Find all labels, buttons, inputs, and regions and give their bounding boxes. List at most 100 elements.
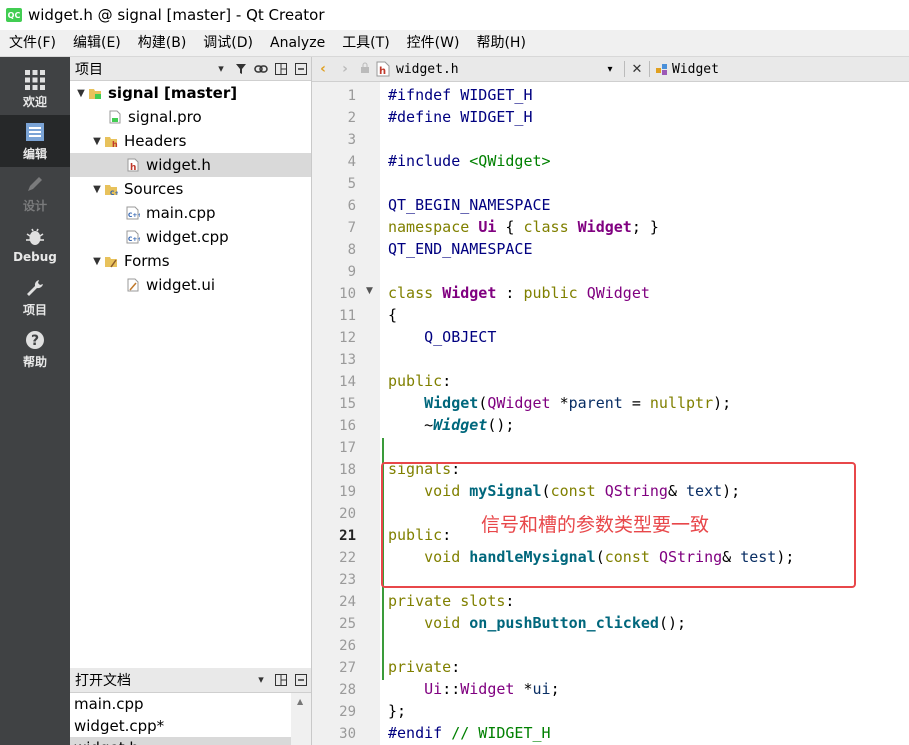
link-icon[interactable] [251, 59, 271, 79]
menu-build[interactable]: 构建(B) [129, 30, 195, 56]
close-pane-icon[interactable] [291, 59, 311, 79]
line-number: 13 [339, 352, 356, 368]
code-editor[interactable]: 1 2 3 4 5 6 7 8 9 10 ▼ 11 12 13 14 15 16… [312, 82, 909, 745]
tree-item-label: main.cpp [146, 204, 216, 222]
mode-debug-label: Debug [13, 250, 57, 264]
mode-edit-label: 编辑 [22, 146, 47, 161]
mode-selector: 欢迎 编辑 设计 Debug 项目 ? 帮助 [0, 57, 70, 745]
menu-tools[interactable]: 工具(T) [333, 30, 397, 56]
mode-design[interactable]: 设计 [0, 167, 70, 219]
code-token: public [388, 372, 443, 390]
line-number: 2 [347, 110, 356, 126]
expanded-arrow-icon[interactable]: ▼ [90, 136, 104, 147]
line-number: 20 [339, 506, 356, 522]
tree-item-file[interactable]: C++ widget.cpp [70, 225, 311, 249]
menu-controls[interactable]: 控件(W) [398, 30, 468, 56]
code-token: ); [713, 394, 732, 412]
code-line: ~Widget(); [388, 416, 514, 434]
svg-text:h: h [130, 163, 136, 172]
chevron-down-icon[interactable]: ▾ [600, 64, 620, 75]
code-token: #include [388, 152, 470, 170]
line-number: 14 [339, 374, 356, 390]
header-file-icon: h [126, 158, 140, 173]
tree-item-label: signal [master] [108, 84, 238, 102]
expanded-arrow-icon[interactable]: ▼ [74, 88, 88, 99]
svg-text:C+: C+ [110, 190, 118, 196]
menu-analyze[interactable]: Analyze [261, 30, 333, 56]
toolbar-divider [649, 61, 650, 77]
code-token: public [523, 284, 587, 302]
pro-file-icon [108, 110, 122, 125]
code-token: #ifndef [388, 86, 461, 104]
tree-item-label: Sources [124, 180, 184, 198]
open-document-item[interactable]: main.cpp [70, 693, 311, 715]
mode-welcome[interactable]: 欢迎 [0, 63, 70, 115]
lock-icon [356, 62, 374, 77]
back-arrow-icon[interactable]: ‹ [312, 61, 334, 77]
tree-item-folder[interactable]: ▼ Forms [70, 249, 311, 273]
code-token: { [388, 306, 398, 324]
mode-help[interactable]: ? 帮助 [0, 323, 70, 375]
tree-item-folder[interactable]: ▼ h Headers [70, 129, 311, 153]
chevron-down-icon[interactable]: ▾ [211, 59, 231, 79]
code-token: private [388, 658, 452, 676]
code-token: #endif [388, 724, 452, 742]
fold-arrow-icon[interactable]: ▼ [366, 286, 373, 296]
menu-edit[interactable]: 编辑(E) [64, 30, 129, 56]
mode-projects[interactable]: 项目 [0, 271, 70, 323]
open-documents-scrollbar[interactable]: ▲ [291, 693, 311, 745]
menu-debug[interactable]: 调试(D) [194, 30, 261, 56]
current-file-dropdown[interactable]: widget.h [396, 62, 600, 77]
forms-folder-icon [104, 254, 118, 269]
code-token: = [622, 394, 650, 412]
split-icon[interactable] [271, 59, 291, 79]
grid-icon [24, 69, 46, 91]
code-token: QWidget [586, 284, 650, 302]
code-line: public: [388, 372, 451, 390]
code-token: // WIDGET_H [451, 724, 551, 742]
tree-item-label: Headers [124, 132, 187, 150]
tree-item-file[interactable]: widget.ui [70, 273, 311, 297]
code-token: QT_BEGIN_NAMESPACE [388, 196, 551, 214]
tree-item-folder[interactable]: ▼ C+ Sources [70, 177, 311, 201]
help-icon: ? [24, 329, 46, 351]
code-token: <QWidget> [469, 152, 551, 170]
open-document-item[interactable]: widget.cpp* [70, 715, 311, 737]
code-token: :: [442, 680, 461, 698]
open-documents-title[interactable]: 打开文档 [75, 670, 131, 690]
close-icon[interactable]: ✕ [629, 62, 645, 77]
code-token: class [523, 218, 578, 236]
code-line: #define WIDGET_H [388, 108, 533, 126]
scroll-up-icon[interactable]: ▲ [297, 697, 303, 706]
code-token: parent [568, 394, 623, 412]
expanded-arrow-icon[interactable]: ▼ [90, 184, 104, 195]
menu-file[interactable]: 文件(F) [0, 30, 64, 56]
open-documents-toolbar: 打开文档 ▾ [70, 668, 311, 693]
symbol-dropdown[interactable]: Widget [672, 62, 719, 77]
tree-item-file-selected[interactable]: h widget.h [70, 153, 311, 177]
chevron-down-icon[interactable]: ▾ [251, 670, 271, 690]
close-pane-icon[interactable] [291, 670, 311, 690]
qt-creator-logo-icon: QC [6, 8, 22, 22]
code-line: Ui::Widget *ui; [388, 680, 559, 698]
title-bar: QC widget.h @ signal [master] - Qt Creat… [0, 0, 909, 30]
code-token: void [424, 614, 470, 632]
header-file-icon: h [374, 61, 392, 77]
svg-text:C++: C++ [128, 212, 140, 219]
project-pane-title[interactable]: 项目 [75, 59, 103, 79]
tree-item-file[interactable]: signal.pro [70, 105, 311, 129]
split-icon[interactable] [271, 670, 291, 690]
expanded-arrow-icon[interactable]: ▼ [90, 256, 104, 267]
menu-help[interactable]: 帮助(H) [467, 30, 533, 56]
open-document-item-selected[interactable]: widget.h [70, 737, 311, 745]
filter-icon[interactable] [231, 59, 251, 79]
mode-edit[interactable]: 编辑 [0, 115, 70, 167]
tree-item-file[interactable]: C++ main.cpp [70, 201, 311, 225]
line-number-current: 21 [339, 528, 356, 544]
mode-debug[interactable]: Debug [0, 219, 70, 271]
project-folder-icon [88, 86, 102, 101]
forward-arrow-icon[interactable]: › [334, 61, 356, 77]
tree-item-project[interactable]: ▼ signal [master] [70, 81, 311, 105]
code-token: on_pushButton_clicked [469, 614, 659, 632]
code-token: private [388, 592, 461, 610]
